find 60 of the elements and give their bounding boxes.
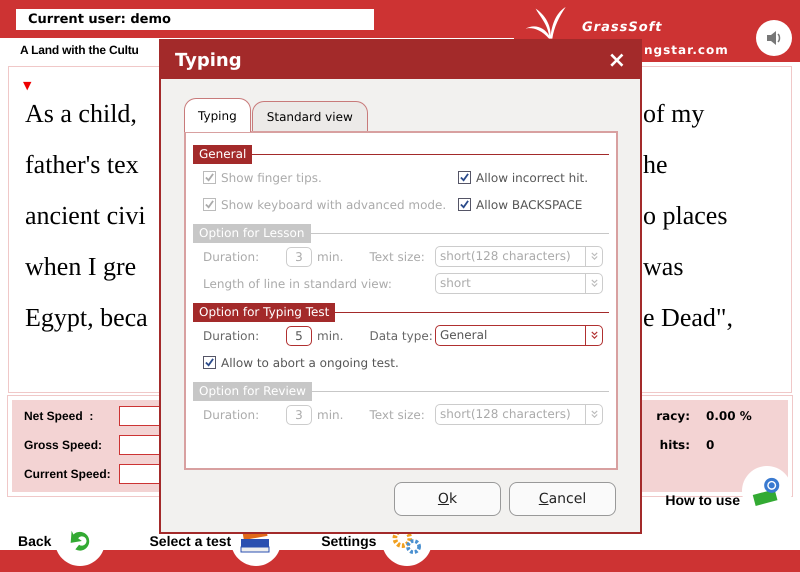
unit-label: min. <box>317 328 344 342</box>
dropdown[interactable]: General <box>435 325 603 346</box>
dialog-button[interactable]: Ok <box>394 482 501 516</box>
section-header: Option for Typing Test <box>193 303 336 322</box>
checkmark-icon <box>460 200 469 209</box>
stat-label: racy: <box>655 409 690 423</box>
section-header: General <box>193 145 252 164</box>
chevron-icon <box>590 409 598 420</box>
checkbox[interactable]: Allow to abort a ongoing test. <box>203 356 399 370</box>
brand-name: GrassSoft <box>582 20 662 34</box>
checkbox[interactable]: Allow incorrect hit. <box>458 170 588 184</box>
text-line: Egypt, beca <box>24 303 148 333</box>
field-label: Duration: <box>203 408 260 422</box>
stat-label: Net Speed : <box>24 409 94 423</box>
lesson-title: A Land with the Cultu <box>20 42 139 59</box>
field-label: Text size: <box>369 250 425 264</box>
text-line: of my <box>642 99 704 129</box>
field-label: Text size: <box>369 408 425 422</box>
checkbox[interactable]: Allow BACKSPACE <box>458 198 582 212</box>
text-line: ancient civi <box>24 201 146 231</box>
text-line: e Dead", <box>642 303 734 333</box>
duration-field[interactable]: 5 <box>286 326 312 346</box>
checkmark-icon <box>205 200 214 209</box>
chevron-icon <box>590 251 598 262</box>
unit-label: min. <box>317 250 344 264</box>
close-button[interactable]: × <box>606 48 628 72</box>
cursor-marker: ▼ <box>23 79 32 92</box>
tab[interactable]: Typing <box>184 98 251 132</box>
section-header: Option for Review <box>193 382 312 401</box>
field-label: Duration: <box>203 250 260 264</box>
stat-value: 0 <box>706 438 714 452</box>
nav-button[interactable]: How to use <box>665 492 740 508</box>
nav-button[interactable]: Back <box>18 533 52 549</box>
text-line: was <box>642 252 684 282</box>
stat-label: Gross Speed: <box>24 438 104 452</box>
current-user-field: Current user: demo <box>16 8 374 30</box>
dialog-title: Typing <box>175 50 242 70</box>
tab[interactable]: Standard view <box>252 101 368 131</box>
unit-label: min. <box>317 408 344 422</box>
dialog-button[interactable]: Cancel <box>509 482 616 516</box>
chevron-icon <box>590 278 598 289</box>
chevron-icon <box>590 330 598 341</box>
section-header: Option for Lesson <box>193 224 310 243</box>
nav-button[interactable]: Select a test <box>149 533 232 549</box>
field-label: Length of line in standard view: <box>203 276 392 290</box>
stat-value: 0.00 % <box>706 409 752 423</box>
stat-label: hits: <box>658 438 690 452</box>
website-text: ngstar.com <box>644 43 729 57</box>
nav-button[interactable]: Settings <box>321 533 376 549</box>
text-line: o places <box>642 201 728 231</box>
stat-label: Current Speed: <box>24 467 112 481</box>
field-label: Duration: <box>203 328 260 342</box>
text-line: father's tex <box>24 150 139 180</box>
text-line: when I gre <box>24 252 136 282</box>
text-line: he <box>642 150 668 180</box>
text-line: As a child, <box>24 99 137 129</box>
checkmark-icon <box>205 358 214 367</box>
checkmark-icon <box>205 173 214 182</box>
checkmark-icon <box>460 173 469 182</box>
field-label: Data type: <box>369 328 433 342</box>
